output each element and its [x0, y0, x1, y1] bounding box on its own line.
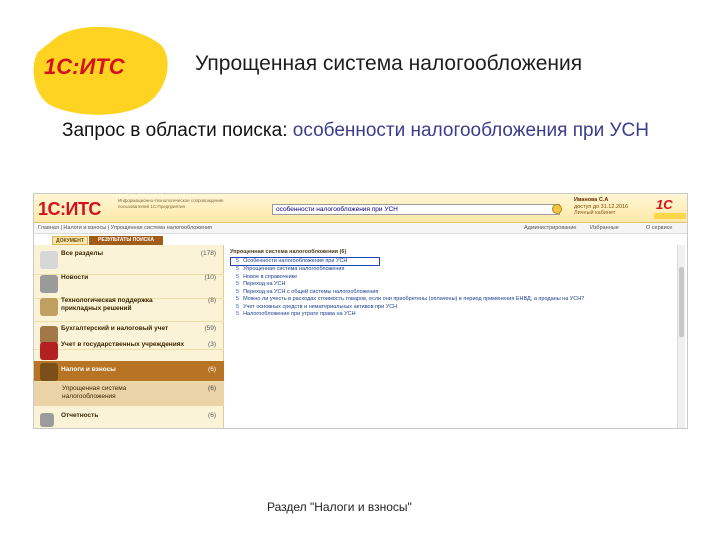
- query-label: Запрос в области поиска:: [62, 120, 288, 141]
- search-input[interactable]: особенности налогообложения при УСН: [272, 204, 560, 215]
- result-item[interactable]: 5 Упрощенная система налогообложения: [230, 266, 670, 274]
- 1c-logo-right: 1С: [656, 197, 673, 212]
- result-title: Учет основных средств и нематериальных а…: [243, 303, 398, 310]
- sidebar-item-count: (178): [200, 250, 216, 257]
- sidebar-subitem-usn[interactable]: Упрощенная система налогообложения (6): [34, 382, 224, 406]
- app-header: 1С:ИТС Информационно-технологическое соп…: [34, 194, 687, 223]
- 1c-logo-right-bar: [654, 213, 686, 219]
- sidebar-item-count: (8): [208, 297, 216, 304]
- result-title: Можно ли учесть в расходах стоимость тов…: [243, 296, 585, 302]
- flag-icon: [40, 342, 58, 360]
- app-tagline: Информационно-технологическое сопровожде…: [118, 198, 224, 209]
- breadcrumb-bar: Главная | Налоги и взносы | Упрощенная с…: [34, 223, 687, 234]
- sidebar-item-label: Бухгалтерский и налоговый учет: [61, 325, 169, 332]
- result-item[interactable]: 5 Учет основных средств и нематериальных …: [230, 304, 670, 312]
- sidebar-item-count: (6): [208, 385, 216, 392]
- admin-link[interactable]: Администрирование: [524, 223, 576, 233]
- result-rank: 5: [236, 257, 240, 264]
- sidebar-item-label: Все разделы: [61, 250, 104, 257]
- result-title: Упрощенная система налогообложения: [243, 266, 345, 272]
- scrollbar-thumb[interactable]: [679, 267, 684, 337]
- search-query-line: Запрос в области поиска: особенности нал…: [62, 120, 649, 142]
- result-title: Новое в справочнике: [243, 273, 298, 280]
- tab-search-results[interactable]: РЕЗУЛЬТАТЫ ПОИСКА: [89, 236, 163, 245]
- result-rank: 5: [236, 266, 240, 272]
- result-rank: 5: [236, 311, 240, 317]
- result-item[interactable]: 5 Налогообложение при утрате права на УСН: [230, 311, 670, 319]
- sidebar-item-label: Налоги и взносы: [61, 366, 116, 373]
- result-rank: 5: [236, 273, 240, 280]
- search-button-icon[interactable]: [552, 204, 562, 214]
- query-value: особенности налогообложения при УСН: [292, 120, 649, 141]
- result-title: Переход на УСН с общей системы налогообл…: [243, 288, 379, 295]
- result-rank: 5: [236, 281, 240, 287]
- sidebar-item-tech-support[interactable]: Технологическая поддержка прикладных реш…: [34, 292, 224, 322]
- sidebar-item-label: Упрощенная система налогообложения: [62, 385, 127, 400]
- favorites-link[interactable]: Избранные: [590, 223, 619, 233]
- result-item[interactable]: 5 Новое в справочнике: [230, 274, 670, 282]
- newspaper-icon: [40, 275, 58, 293]
- taxes-icon: [40, 363, 58, 381]
- result-item[interactable]: 5 Можно ли учесть в расходах стоимость то…: [230, 296, 670, 304]
- sidebar: Все разделы (178) Новости (10) Технологи…: [34, 245, 224, 428]
- slide-title: Упрощенная система налогообложения: [195, 52, 583, 75]
- result-rank: 5: [236, 303, 240, 310]
- app-logo[interactable]: 1С:ИТС: [38, 199, 101, 220]
- sidebar-item-count: (3): [208, 341, 216, 348]
- tabs: ДОКУМЕНТ РЕЗУЛЬТАТЫ ПОИСКА: [34, 234, 224, 245]
- magnifier-icon: [40, 251, 58, 269]
- result-title: Налогообложение при утрате права на УСН: [243, 311, 356, 317]
- breadcrumb[interactable]: Главная | Налоги и взносы | Упрощенная с…: [38, 223, 212, 233]
- results-heading[interactable]: Упрощенная система налогообложения (6): [230, 249, 670, 257]
- sidebar-item-taxes[interactable]: Налоги и взносы (6): [34, 361, 224, 382]
- result-title: Переход на УСН: [243, 281, 286, 287]
- sidebar-item-label: Учет в государственных учреждениях: [61, 341, 185, 348]
- result-rank: 5: [236, 288, 240, 295]
- sidebar-item-count: (6): [208, 366, 216, 373]
- about-link[interactable]: О сервисе: [646, 223, 672, 233]
- tab-document[interactable]: ДОКУМЕНТ: [52, 236, 88, 245]
- sidebar-item-count: (6): [208, 412, 216, 419]
- sidebar-item-label: Отчетность: [61, 412, 99, 419]
- its-logo-text: 1С:ИТС: [44, 54, 126, 79]
- sidebar-item-count: (10): [204, 274, 216, 281]
- sidebar-item-count: (59): [204, 325, 216, 332]
- book-icon: [40, 298, 58, 316]
- sidebar-item-reporting[interactable]: Отчетность (6): [34, 407, 224, 428]
- slide-caption: Раздел "Налоги и взносы": [267, 500, 412, 514]
- search-results: Упрощенная система налогообложения (6) 5…: [230, 249, 670, 319]
- sidebar-item-label: Технологическая поддержка прикладных реш…: [61, 297, 153, 312]
- sidebar-item-label: Новости: [61, 274, 89, 281]
- report-icon: [40, 413, 54, 427]
- result-item[interactable]: 5 Переход на УСН с общей системы налогооб…: [230, 289, 670, 297]
- results-scrollbar[interactable]: [677, 245, 685, 428]
- user-panel: Иванова С.А доступ до 31.12.2016 Личный …: [574, 197, 654, 217]
- result-item-highlighted[interactable]: 5 Особенности налогообложения при УСН: [230, 256, 380, 266]
- its-app-screenshot: 1С:ИТС Информационно-технологическое соп…: [33, 193, 688, 429]
- result-item[interactable]: 5 Переход на УСН: [230, 281, 670, 289]
- result-title: Особенности налогообложения при УСН: [243, 257, 348, 264]
- result-rank: 5: [236, 296, 240, 302]
- its-logo: 1С:ИТС: [33, 26, 168, 115]
- personal-cabinet-link[interactable]: Личный кабинет: [574, 210, 654, 217]
